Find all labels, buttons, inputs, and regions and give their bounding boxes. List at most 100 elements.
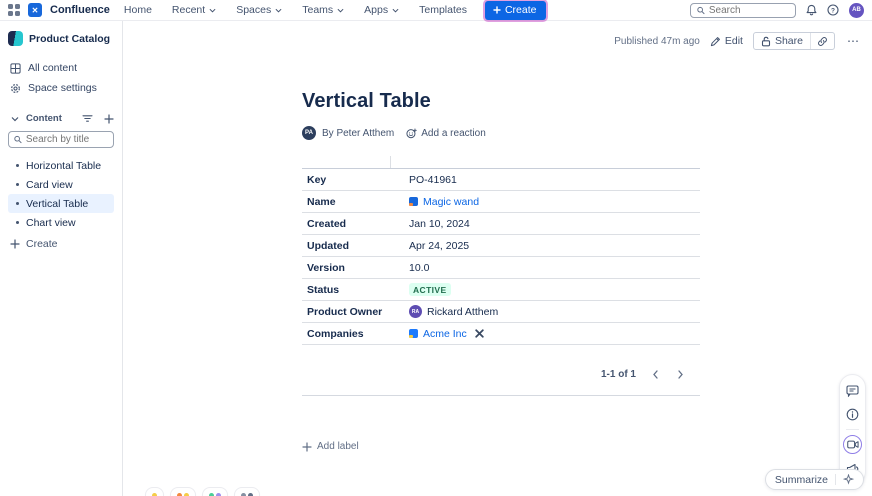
nav-home[interactable]: Home [116, 1, 160, 19]
row-label: Key [307, 173, 327, 186]
prev-page-button[interactable] [650, 368, 661, 381]
reaction-pill[interactable] [202, 487, 228, 496]
grid-icon [10, 62, 21, 74]
content-divider [302, 395, 700, 396]
sidebar-title-search[interactable] [8, 131, 114, 148]
app-switcher-icon[interactable] [8, 4, 20, 16]
share-button[interactable]: Share [754, 33, 810, 49]
chevron-down-icon [337, 8, 344, 13]
top-navigation-bar: ✕ Confluence Home Recent Spaces Teams Ap… [0, 0, 872, 21]
space-sidebar: Product Catalog All content Space settin… [0, 21, 123, 496]
user-avatar[interactable]: AB [849, 2, 864, 18]
reaction-pill[interactable] [170, 487, 196, 496]
edit-button[interactable]: Edit [710, 35, 743, 47]
bullet-icon [16, 164, 19, 167]
row-value: Magic wand [390, 196, 700, 208]
column-divider [390, 156, 391, 168]
emoji-add-icon [406, 127, 418, 138]
record-video-button[interactable] [843, 435, 862, 454]
page-title: Vertical Table [302, 90, 431, 112]
row-label: Companies [307, 327, 364, 340]
row-value: PO-41961 [409, 173, 457, 186]
create-button[interactable]: Create [484, 0, 547, 20]
chevron-left-icon [653, 370, 658, 379]
product-link[interactable]: Magic wand [423, 196, 479, 208]
plus-icon [493, 5, 501, 14]
share-button-group: Share [752, 32, 835, 50]
chevron-right-icon [678, 370, 683, 379]
more-actions-button[interactable]: ⋯ [845, 34, 862, 48]
add-label-button[interactable]: Add label [302, 441, 700, 452]
sidebar-page-horizontal-table[interactable]: Horizontal Table [8, 156, 114, 175]
global-search[interactable] [690, 2, 796, 18]
table-row: Status ACTIVE [302, 279, 700, 301]
notifications-button[interactable] [806, 4, 817, 16]
comments-button[interactable] [843, 381, 862, 400]
table-row: Companies Acme Inc [302, 323, 700, 345]
nav-templates[interactable]: Templates [411, 1, 475, 19]
search-icon [697, 6, 705, 14]
bullet-icon [16, 183, 19, 186]
collapse-chevron-icon[interactable] [8, 112, 21, 125]
confluence-logo-icon[interactable]: ✕ [28, 3, 42, 17]
video-camera-icon [846, 440, 859, 449]
filter-icon[interactable] [82, 114, 93, 123]
details-button[interactable] [843, 405, 862, 424]
next-page-button[interactable] [675, 368, 686, 381]
reaction-pill[interactable] [145, 487, 164, 496]
author-avatar[interactable]: PA [302, 126, 316, 140]
table-row: Name Magic wand [302, 191, 700, 213]
vertical-table: Key PO-41961 Name Magic wand Created Jan… [302, 156, 700, 345]
table-header-row [302, 156, 700, 169]
sidebar-page-card-view[interactable]: Card view [8, 175, 114, 194]
primary-nav: Home Recent Spaces Teams Apps Templates … [116, 0, 547, 20]
row-value: 10.0 [409, 261, 430, 274]
sidebar-item-all-content[interactable]: All content [8, 58, 114, 78]
bell-icon [806, 4, 817, 16]
pagination: 1-1 of 1 [302, 368, 700, 381]
sidebar-page-vertical-table[interactable]: Vertical Table [8, 194, 114, 213]
sidebar-item-space-settings[interactable]: Space settings [8, 78, 114, 98]
nav-recent[interactable]: Recent [164, 1, 224, 19]
help-button[interactable]: ? [827, 4, 839, 16]
nav-apps[interactable]: Apps [356, 1, 407, 19]
title-search-input[interactable] [25, 134, 108, 145]
space-avatar [8, 31, 23, 46]
chevron-down-icon [392, 8, 399, 13]
nav-spaces[interactable]: Spaces [228, 1, 290, 19]
summarize-button[interactable]: Summarize [764, 469, 864, 490]
page-content: Published 47m ago Edit Share ⋯ Vertical … [123, 21, 872, 496]
row-value: ACTIVE [390, 282, 700, 297]
unlock-icon [761, 36, 771, 46]
content-section-title: Content [26, 113, 62, 124]
add-page-icon[interactable] [104, 113, 114, 124]
sidebar-page-chart-view[interactable]: Chart view [8, 213, 114, 232]
ai-sparkle-icon [843, 474, 854, 485]
plus-icon [10, 239, 20, 249]
search-input[interactable] [708, 4, 789, 16]
reaction-pill[interactable] [234, 487, 260, 496]
main-column: Vertical Table PA By Peter Atthem Add a … [302, 21, 700, 452]
product-icon [409, 197, 418, 206]
copy-link-button[interactable] [811, 33, 834, 49]
nav-teams[interactable]: Teams [294, 1, 352, 19]
table-row: Created Jan 10, 2024 [302, 213, 700, 235]
row-value: RA Rickard Atthem [390, 305, 700, 318]
owner-name[interactable]: Rickard Atthem [427, 306, 498, 318]
row-label: Name [307, 195, 336, 208]
remove-icon[interactable] [475, 329, 484, 338]
add-reaction-button[interactable]: Add a reaction [406, 128, 486, 139]
space-header[interactable]: Product Catalog [8, 31, 114, 46]
author-name[interactable]: By Peter Atthem [322, 128, 394, 139]
chevron-down-icon [275, 8, 282, 13]
company-icon [409, 329, 418, 338]
product-name: Confluence [50, 4, 110, 16]
reaction-pills [145, 487, 260, 496]
row-value: Apr 24, 2025 [409, 239, 470, 252]
row-value: Jan 10, 2024 [409, 217, 470, 230]
sidebar-create-button[interactable]: Create [8, 234, 114, 254]
company-link[interactable]: Acme Inc [423, 328, 467, 340]
status-badge: ACTIVE [409, 282, 451, 297]
byline: PA By Peter Atthem Add a reaction [302, 126, 700, 140]
table-row: Key PO-41961 [302, 169, 700, 191]
